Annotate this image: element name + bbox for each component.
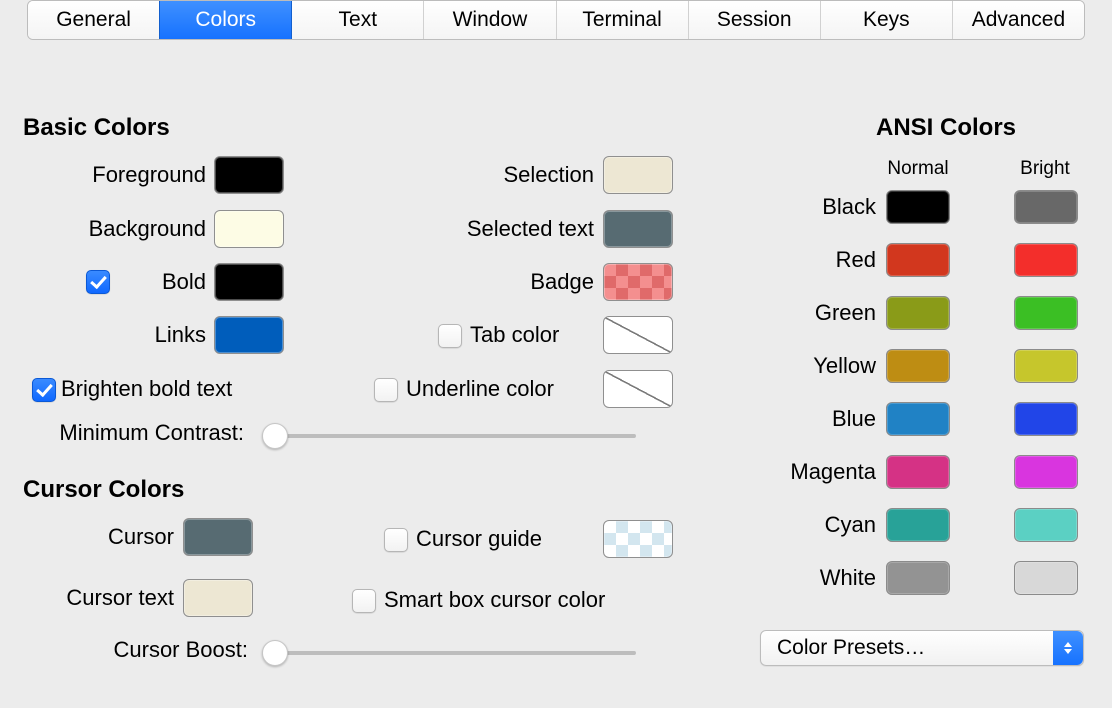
tab-color-label: Tab color [470,322,559,348]
ansi-cyan-bright[interactable] [1014,508,1078,542]
ansi-white-normal[interactable] [886,561,950,595]
tab-text[interactable]: Text [292,1,424,39]
tab-color-well[interactable] [603,316,673,354]
cursor-guide-label: Cursor guide [416,526,542,552]
links-color-well[interactable] [214,316,284,354]
bold-color-well[interactable] [214,263,284,301]
ansi-green-bright[interactable] [1014,296,1078,330]
ansi-row-label-red: Red [836,247,876,273]
cursor-text-color-well[interactable] [183,579,253,617]
tab-keys[interactable]: Keys [821,1,953,39]
ansi-yellow-normal[interactable] [886,349,950,383]
bold-label: Bold [162,269,206,295]
ansi-blue-normal[interactable] [886,402,950,436]
cursor-guide-checkbox[interactable] [384,528,408,552]
selected-text-color-well[interactable] [603,210,673,248]
tab-general[interactable]: General [28,1,160,39]
ansi-red-normal[interactable] [886,243,950,277]
tab-colors[interactable]: Colors [159,1,292,39]
tab-label: Text [339,8,378,32]
ansi-row-label-green: Green [815,300,876,326]
cursor-color-well[interactable] [183,518,253,556]
cursor-colors-heading: Cursor Colors [23,476,184,504]
background-color-well[interactable] [214,210,284,248]
slider-thumb-icon[interactable] [262,423,288,449]
cursor-boost-slider[interactable] [266,651,636,655]
tab-advanced[interactable]: Advanced [953,1,1084,39]
tab-color-checkbox[interactable] [438,324,462,348]
cursor-text-label: Cursor text [66,585,174,611]
tab-terminal[interactable]: Terminal [557,1,689,39]
tab-label: General [56,8,131,32]
foreground-label: Foreground [92,162,206,188]
ansi-row-label-white: White [820,565,876,591]
foreground-color-well[interactable] [214,156,284,194]
ansi-row-label-cyan: Cyan [825,512,876,538]
selection-label: Selection [503,162,594,188]
tab-label: Window [453,8,528,32]
ansi-row-label-yellow: Yellow [813,353,876,379]
underline-color-label: Underline color [406,376,554,402]
ansi-colors-heading: ANSI Colors [876,114,1016,142]
selected-text-label: Selected text [467,216,594,242]
ansi-black-normal[interactable] [886,190,950,224]
smart-box-label: Smart box cursor color [384,587,605,613]
basic-colors-heading: Basic Colors [23,114,170,142]
selection-color-well[interactable] [603,156,673,194]
dropdown-arrows-icon [1053,631,1083,665]
ansi-green-normal[interactable] [886,296,950,330]
badge-label: Badge [530,269,594,295]
ansi-row-label-magenta: Magenta [790,459,876,485]
tab-label: Advanced [972,8,1065,32]
tab-window[interactable]: Window [424,1,556,39]
ansi-red-bright[interactable] [1014,243,1078,277]
ansi-white-bright[interactable] [1014,561,1078,595]
minimum-contrast-slider[interactable] [266,434,636,438]
bold-checkbox[interactable] [86,270,110,294]
underline-color-well[interactable] [603,370,673,408]
tab-session[interactable]: Session [689,1,821,39]
ansi-magenta-bright[interactable] [1014,455,1078,489]
ansi-cyan-normal[interactable] [886,508,950,542]
color-presets-dropdown[interactable]: Color Presets… [760,630,1084,666]
tab-label: Session [717,8,792,32]
ansi-black-bright[interactable] [1014,190,1078,224]
underline-color-checkbox[interactable] [374,378,398,402]
badge-color-well[interactable] [603,263,673,301]
background-label: Background [89,216,206,242]
smart-box-checkbox[interactable] [352,589,376,613]
tab-label: Terminal [582,8,661,32]
color-presets-label: Color Presets… [777,636,925,660]
ansi-yellow-bright[interactable] [1014,349,1078,383]
cursor-boost-label: Cursor Boost: [114,637,249,663]
brighten-bold-label: Brighten bold text [61,376,232,402]
cursor-guide-color-well[interactable] [603,520,673,558]
ansi-blue-bright[interactable] [1014,402,1078,436]
settings-tabbar: General Colors Text Window Terminal Sess… [27,0,1085,40]
tab-label: Keys [863,8,910,32]
brighten-bold-checkbox[interactable] [32,378,56,402]
tab-label: Colors [195,8,256,32]
ansi-magenta-normal[interactable] [886,455,950,489]
links-label: Links [155,322,206,348]
ansi-row-label-black: Black [822,194,876,220]
slider-thumb-icon[interactable] [262,640,288,666]
ansi-bright-col-header: Bright [1008,158,1082,180]
ansi-normal-col-header: Normal [876,158,960,180]
ansi-row-label-blue: Blue [832,406,876,432]
cursor-label: Cursor [108,524,174,550]
minimum-contrast-label: Minimum Contrast: [59,420,244,446]
